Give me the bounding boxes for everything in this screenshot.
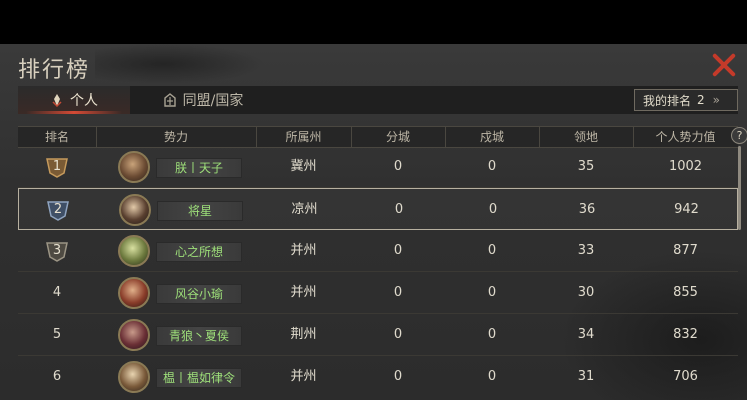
column-header-branch-city: 分城 (351, 127, 446, 147)
power-cell: 942 (674, 202, 699, 217)
power-cell: 877 (673, 243, 698, 258)
territory-cell: 30 (577, 285, 595, 300)
state-cell: 凉州 (291, 202, 318, 217)
branch-city-cell: 0 (393, 327, 403, 342)
garrison-cell: 0 (487, 327, 497, 342)
top-black-bar (0, 0, 747, 44)
power-cell: 855 (673, 285, 698, 300)
table-row-selected[interactable]: 2 将星 凉州 0 0 36 942 (18, 188, 738, 230)
double-chevron-right-icon: » (712, 93, 720, 107)
rank-number: 3 (52, 243, 62, 258)
rank-number: 2 (53, 202, 63, 217)
column-header-garrison: 戍城 (445, 127, 540, 147)
my-rank-button[interactable]: 我的排名 2 » (634, 89, 738, 111)
my-rank-value: 2 (697, 93, 705, 107)
ink-decoration (95, 44, 265, 84)
territory-cell: 36 (578, 202, 596, 217)
column-header-power: 个人势力值 (655, 130, 716, 144)
player-name: 风谷小瑜 (156, 284, 242, 304)
state-cell: 并州 (290, 243, 317, 258)
territory-cell: 34 (577, 327, 595, 342)
player-name: 青狼丶夏侯 (156, 326, 242, 346)
bronze-rank-badge-icon: 3 (44, 239, 70, 263)
silver-rank-badge-icon: 2 (45, 198, 71, 222)
garrison-cell: 0 (487, 285, 497, 300)
tab-bar: 个人 同盟/国家 (18, 86, 738, 114)
branch-city-cell: 0 (394, 202, 404, 217)
branch-city-cell: 0 (393, 285, 403, 300)
tab-alliance-nation[interactable]: 同盟/国家 (138, 86, 268, 114)
state-cell: 并州 (290, 369, 317, 384)
power-cell: 832 (673, 327, 698, 342)
territory-cell: 31 (577, 369, 595, 384)
player-name: 将星 (157, 201, 243, 221)
player-name: 朕丨天子 (156, 158, 242, 178)
my-rank-label: 我的排名 (643, 93, 692, 108)
table-row[interactable]: 5 青狼丶夏侯 荆州 0 0 34 832 (18, 314, 738, 356)
rank-number: 4 (52, 285, 62, 300)
column-header-rank: 排名 (18, 127, 97, 147)
person-flag-icon (52, 94, 62, 107)
branch-city-cell: 0 (393, 243, 403, 258)
help-icon[interactable]: ? (731, 127, 747, 144)
rank-number: 5 (52, 327, 62, 342)
avatar (118, 361, 150, 393)
column-header-territory: 领地 (539, 127, 634, 147)
player-name: 心之所想 (156, 242, 242, 262)
avatar (118, 235, 150, 267)
gold-rank-badge-icon: 1 (44, 155, 70, 179)
table-row[interactable]: 1 朕丨天子 冀州 0 0 35 1002 (18, 146, 738, 188)
tab-personal[interactable]: 个人 (18, 86, 130, 114)
territory-cell: 35 (577, 159, 595, 174)
rank-number: 6 (52, 369, 62, 384)
page-title: 排行榜 (18, 58, 91, 83)
table-row[interactable]: 4 风谷小瑜 并州 0 0 30 855 (18, 272, 738, 314)
column-header-faction: 势力 (96, 127, 257, 147)
avatar (119, 194, 151, 226)
branch-city-cell: 0 (393, 369, 403, 384)
rank-number: 1 (52, 159, 62, 174)
avatar (118, 277, 150, 309)
avatar (118, 319, 150, 351)
scrollbar[interactable] (738, 146, 741, 230)
territory-cell: 33 (577, 243, 595, 258)
state-cell: 荆州 (290, 327, 317, 342)
state-cell: 冀州 (290, 159, 317, 174)
table-row[interactable]: 6 榅丨榅如律令 并州 0 0 31 706 (18, 356, 738, 398)
tab-label: 个人 (70, 93, 98, 109)
garrison-cell: 0 (488, 202, 498, 217)
player-name: 榅丨榅如律令 (156, 368, 242, 388)
tab-label: 同盟/国家 (182, 93, 244, 109)
table-row[interactable]: 3 心之所想 并州 0 0 33 877 (18, 230, 738, 272)
power-cell: 706 (673, 369, 698, 384)
alliance-icon (163, 93, 176, 107)
close-icon[interactable] (711, 52, 737, 78)
table-header: 排名 势力 所属州 分城 戍城 领地 个人势力值 (18, 126, 738, 148)
state-cell: 并州 (290, 285, 317, 300)
column-header-state: 所属州 (256, 127, 352, 147)
branch-city-cell: 0 (393, 159, 403, 174)
garrison-cell: 0 (487, 243, 497, 258)
garrison-cell: 0 (487, 159, 497, 174)
avatar (118, 151, 150, 183)
power-cell: 1002 (668, 159, 703, 174)
garrison-cell: 0 (487, 369, 497, 384)
